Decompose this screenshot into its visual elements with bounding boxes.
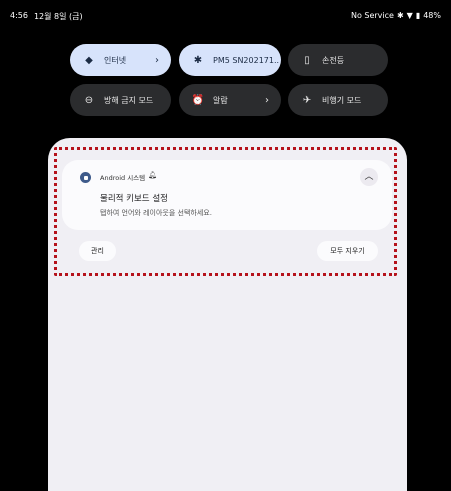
- tile-label: 알람: [213, 95, 228, 105]
- status-left: 4:56 12월 8일 (금): [10, 11, 83, 22]
- wifi-status-icon: ▼: [406, 11, 413, 20]
- battery-percent: 48%: [423, 11, 441, 20]
- bluetooth-icon: ✱: [193, 54, 203, 66]
- status-date: 12월 8일 (금): [33, 12, 83, 21]
- flashlight-icon: ▯: [304, 54, 310, 66]
- chevron-right-icon: ›: [265, 94, 269, 106]
- status-bar: 4:56 12월 8일 (금) No Service ✱ ▼ ▮ 48%: [0, 0, 451, 32]
- alarm-icon: ⏰: [191, 94, 205, 106]
- wifi-icon: ◆: [85, 54, 93, 66]
- tile-internet[interactable]: ◆ 인터넷 ›: [70, 44, 171, 76]
- tile-label: 인터넷: [104, 55, 127, 65]
- airplane-icon: ✈: [302, 94, 312, 106]
- tile-flashlight[interactable]: ▯ 손전등: [288, 44, 388, 76]
- tile-alarm[interactable]: ⏰ 알람 ›: [179, 84, 281, 116]
- chevron-right-icon: ›: [155, 54, 159, 66]
- tile-label: 방해 금지 모드: [104, 95, 154, 105]
- tile-label: PM5 SN202171..: [213, 55, 280, 65]
- tile-do-not-disturb[interactable]: ⊖ 방해 금지 모드: [70, 84, 171, 116]
- battery-icon: ▮: [415, 11, 421, 20]
- tile-bluetooth[interactable]: ✱ PM5 SN202171..: [179, 44, 281, 76]
- tile-label: 손전등: [322, 55, 345, 65]
- bluetooth-status-icon: ✱: [396, 11, 404, 20]
- do-not-disturb-icon: ⊖: [84, 94, 94, 106]
- carrier-text: No Service: [350, 11, 394, 20]
- tile-airplane-mode[interactable]: ✈ 비행기 모드: [288, 84, 388, 116]
- tile-label: 비행기 모드: [322, 95, 362, 105]
- status-time: 4:56: [10, 11, 28, 20]
- highlight-box: [54, 147, 397, 276]
- status-right: No Service ✱ ▼ ▮ 48%: [351, 11, 441, 20]
